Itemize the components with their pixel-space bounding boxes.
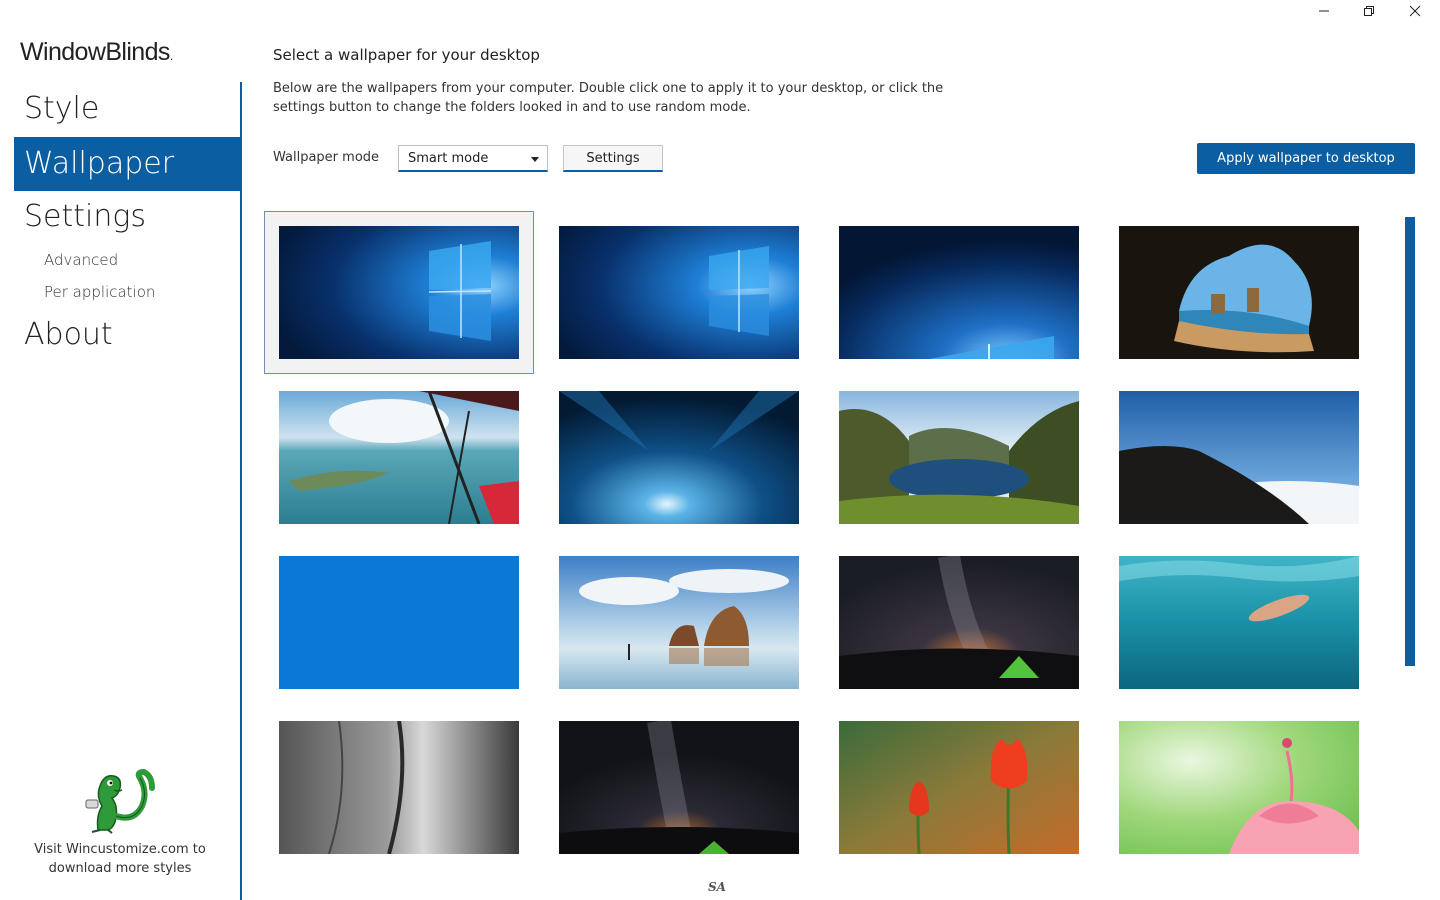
wallpaper-thumbnail[interactable] <box>559 721 799 854</box>
wallpaper-image <box>279 721 519 854</box>
app-brand-mark: . <box>169 49 173 63</box>
app-logo: WindowBlinds. <box>20 38 173 67</box>
settings-button[interactable]: Settings <box>563 145 663 172</box>
restore-icon <box>1364 6 1374 16</box>
wallpaper-mode-select[interactable]: Smart mode <box>398 145 548 172</box>
wallpaper-image <box>839 226 1079 359</box>
nav-advanced[interactable]: Advanced <box>14 251 240 269</box>
wallpaper-image <box>279 391 519 524</box>
wallpaper-thumbnail[interactable] <box>279 556 519 689</box>
page-description: Below are the wallpapers from your compu… <box>273 81 944 115</box>
chevron-down-icon <box>531 157 539 162</box>
wallpaper-image <box>559 391 799 524</box>
wallpaper-thumbnail[interactable] <box>839 226 1079 359</box>
wallpaper-thumbnail[interactable] <box>559 226 799 359</box>
wallpaper-thumbnail[interactable] <box>1119 556 1359 689</box>
wallpaper-thumbnail[interactable] <box>1119 226 1359 359</box>
wallpaper-image <box>839 721 1079 854</box>
wallpaper-image <box>559 721 799 854</box>
wallpaper-mode-value: Smart mode <box>408 151 489 166</box>
wallpaper-image <box>1119 556 1359 689</box>
nav-wallpaper[interactable]: Wallpaper <box>14 137 240 191</box>
nav-style[interactable]: Style <box>14 82 240 136</box>
page-title: Select a wallpaper for your desktop <box>273 46 540 64</box>
close-icon <box>1409 5 1421 17</box>
vertical-scrollbar[interactable] <box>1405 217 1415 666</box>
wallpaper-image <box>1119 391 1359 524</box>
minimize-icon <box>1319 10 1329 12</box>
wallpaper-thumbnail[interactable] <box>1119 721 1359 854</box>
promo-link[interactable]: Visit Wincustomize.com to download more … <box>30 840 210 878</box>
wallpaper-thumbnail[interactable] <box>839 391 1079 524</box>
sidebar-divider <box>240 82 242 900</box>
app-brand-text: WindowBlinds <box>20 38 170 66</box>
wallpaper-thumbnail[interactable] <box>839 721 1079 854</box>
wallpaper-thumbnail[interactable] <box>279 721 519 854</box>
wallpaper-thumbnail[interactable] <box>279 391 519 524</box>
wallpaper-image <box>1119 226 1359 359</box>
wallpaper-image <box>279 226 519 359</box>
wallpaper-thumbnail[interactable] <box>559 391 799 524</box>
wallpaper-image <box>279 556 519 689</box>
signature-mark: SA <box>708 880 726 894</box>
wallpaper-thumbnail[interactable] <box>839 556 1079 689</box>
wallpaper-mode-label: Wallpaper mode <box>273 150 380 165</box>
wallpaper-image <box>559 556 799 689</box>
restore-button[interactable] <box>1346 0 1392 22</box>
wallpaper-thumbnail[interactable] <box>1119 391 1359 524</box>
nav-settings[interactable]: Settings <box>14 190 240 244</box>
nav-per-application[interactable]: Per application <box>14 283 240 301</box>
wallpaper-image <box>839 391 1079 524</box>
wallpaper-image <box>1119 721 1359 854</box>
apply-wallpaper-button[interactable]: Apply wallpaper to desktop <box>1197 143 1415 174</box>
wallpaper-thumbnail[interactable] <box>279 226 519 359</box>
wallpaper-image <box>559 226 799 359</box>
wallpaper-thumbnail[interactable] <box>559 556 799 689</box>
close-button[interactable] <box>1392 0 1438 22</box>
minimize-button[interactable] <box>1301 0 1347 22</box>
nav-about[interactable]: About <box>14 308 240 362</box>
wallpaper-image <box>839 556 1079 689</box>
lizard-mascot-icon[interactable] <box>78 766 158 834</box>
